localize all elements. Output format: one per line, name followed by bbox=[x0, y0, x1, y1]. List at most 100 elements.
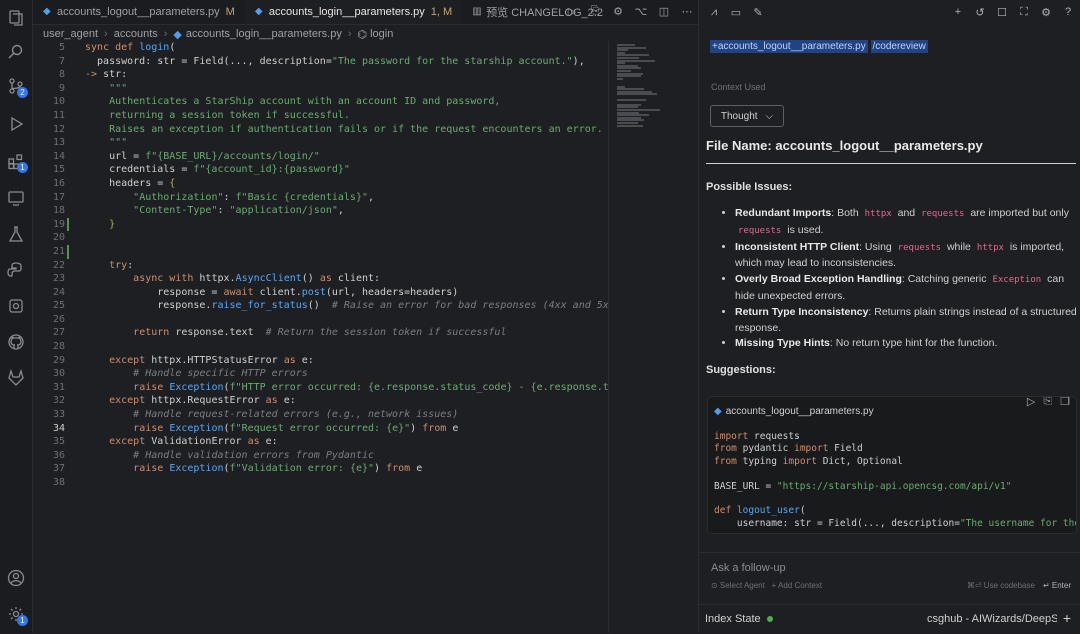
use-codebase-button[interactable]: ⌘⏎ Use codebase bbox=[967, 581, 1035, 590]
add-icon[interactable]: + bbox=[1063, 610, 1071, 626]
robot-icon[interactable]: ☐ bbox=[995, 5, 1009, 19]
code-line[interactable]: 13 """ bbox=[33, 136, 608, 150]
add-context-button[interactable]: + Add Context bbox=[772, 581, 822, 590]
code-line[interactable]: 5 sync def login( bbox=[33, 41, 608, 55]
help-icon[interactable]: ? bbox=[1061, 5, 1075, 19]
new-chat-icon[interactable]: + bbox=[951, 5, 965, 19]
copy-code-icon[interactable]: ❐ bbox=[1060, 397, 1070, 408]
code-line[interactable]: 9 """ bbox=[33, 82, 608, 96]
issue-title: Inconsistent HTTP Client bbox=[735, 240, 860, 253]
code-line[interactable]: 17 "Authorization": f"Basic {credentials… bbox=[33, 191, 608, 205]
explorer-icon[interactable] bbox=[4, 6, 28, 30]
line-number: 5 bbox=[58, 42, 65, 53]
more-icon[interactable]: ⋯ bbox=[680, 4, 694, 18]
python-icon[interactable] bbox=[4, 258, 28, 282]
github-icon[interactable] bbox=[4, 330, 28, 354]
code-line[interactable]: 18 "Content-Type": "application/json", bbox=[33, 204, 608, 218]
apply-code-icon[interactable]: ⎘ bbox=[1043, 397, 1052, 408]
search-icon[interactable] bbox=[4, 40, 28, 64]
index-status-dot bbox=[766, 616, 773, 622]
code-text: except httpx.RequestError as e: bbox=[109, 395, 296, 407]
split-editor-icon[interactable]: ◫ bbox=[657, 4, 671, 18]
breadcrumb-item[interactable]: user_agent bbox=[43, 28, 98, 40]
breadcrumb-item[interactable]: accounts_login__parameters.py bbox=[186, 28, 342, 40]
index-state[interactable]: Index State bbox=[705, 613, 773, 625]
settings-sync-icon[interactable] bbox=[4, 294, 28, 318]
python-file-icon: ◆ bbox=[43, 6, 51, 17]
code-line[interactable]: 26 bbox=[33, 313, 608, 327]
enter-button[interactable]: ↵ Enter bbox=[1043, 581, 1071, 590]
code-line[interactable]: 38 bbox=[33, 476, 608, 490]
code-line[interactable]: 35 except ValidationError as e: bbox=[33, 435, 608, 449]
code-line[interactable]: 16 headers = { bbox=[33, 177, 608, 191]
gitlab-icon[interactable] bbox=[4, 366, 28, 390]
extensions-icon[interactable]: 1 bbox=[4, 149, 28, 173]
testing-icon[interactable] bbox=[4, 222, 28, 246]
account-icon[interactable] bbox=[4, 566, 28, 590]
context-command-chip[interactable]: /codereview bbox=[870, 40, 928, 53]
code-line[interactable]: 32 except httpx.RequestError as e: bbox=[33, 394, 608, 408]
expand-icon[interactable]: ⛶ bbox=[1017, 5, 1031, 19]
issue-title: Overly Broad Exception Handling bbox=[735, 273, 902, 286]
run-code-icon[interactable]: ▷ bbox=[1027, 397, 1035, 408]
compare-icon[interactable]: ⎘ bbox=[588, 4, 602, 18]
tab-accounts-logout[interactable]: ◆ accounts_logout__parameters.py M bbox=[33, 0, 245, 24]
code-line[interactable]: 24 response = await client.post(url, hea… bbox=[33, 286, 608, 300]
run-debug-icon[interactable] bbox=[4, 112, 28, 136]
code-line[interactable]: 21 bbox=[33, 244, 608, 259]
code-text: headers = { bbox=[85, 177, 176, 189]
code-line[interactable]: 31 raise Exception(f"HTTP error occurred… bbox=[33, 381, 608, 395]
select-agent-button[interactable]: ⊙ Select Agent bbox=[711, 581, 765, 590]
code-line[interactable]: 7 password: str = Field(..., description… bbox=[33, 55, 608, 69]
git-gutter-marker bbox=[67, 217, 69, 232]
code-text: sync def login( bbox=[85, 42, 176, 53]
thought-dropdown[interactable]: Thought ⌵ bbox=[710, 105, 784, 127]
manage-gear-icon[interactable]: 1 bbox=[4, 602, 28, 626]
workspace-label[interactable]: csghub - AIWizards/DeepSee bbox=[927, 613, 1057, 625]
code-line[interactable]: 14 url = f"{BASE_URL}/accounts/login/" bbox=[33, 150, 608, 164]
edit-icon[interactable]: ✎ bbox=[751, 5, 765, 19]
run-icon[interactable]: ▷ bbox=[565, 4, 579, 18]
code-line[interactable]: 36 # Handle validation errors from Pydan… bbox=[33, 449, 608, 463]
issue-description: : No return type hint for the function. bbox=[829, 337, 998, 350]
code-line[interactable]: 29 except httpx.HTTPStatusError as e: bbox=[33, 354, 608, 368]
code-line[interactable]: 12 Raises an exception if authentication… bbox=[33, 123, 608, 137]
code-line[interactable]: 20 bbox=[33, 231, 608, 245]
breadcrumb-item[interactable]: login bbox=[370, 28, 393, 40]
context-file-chip[interactable]: +accounts_logout__parameters.py bbox=[710, 40, 868, 53]
followup-input[interactable]: Ask a follow-up bbox=[711, 562, 786, 574]
code-line[interactable]: 22 try: bbox=[33, 259, 608, 273]
code-line[interactable]: 19 } bbox=[33, 217, 608, 232]
debug-icon[interactable]: ⚙ bbox=[611, 4, 625, 18]
git-icon[interactable]: ⌥ bbox=[634, 4, 648, 18]
remote-explorer-icon[interactable] bbox=[4, 186, 28, 210]
code-line[interactable]: 33 # Handle request-related errors (e.g.… bbox=[33, 408, 608, 422]
minimap-line bbox=[617, 93, 657, 96]
tab-accounts-login[interactable]: ◆ accounts_login__parameters.py 1, M bbox=[244, 0, 463, 24]
context-used-label[interactable]: Context Used bbox=[711, 82, 766, 92]
settings-icon[interactable]: ⚙ bbox=[1039, 5, 1053, 19]
context-chip[interactable]: +accounts_logout__parameters.py /coderev… bbox=[710, 40, 928, 53]
code-line[interactable]: 25 response.raise_for_status() # Raise a… bbox=[33, 299, 608, 313]
line-number: 37 bbox=[52, 463, 65, 475]
code-line[interactable]: 11 returning a session token if successf… bbox=[33, 109, 608, 123]
breadcrumb-item[interactable]: accounts bbox=[114, 28, 158, 40]
code-line[interactable]: 8 -> str: bbox=[33, 68, 608, 82]
minimap[interactable] bbox=[608, 41, 689, 633]
code-line[interactable]: 15 credentials = f"{account_id}:{passwor… bbox=[33, 163, 608, 177]
code-line[interactable]: 37 raise Exception(f"Validation error: {… bbox=[33, 462, 608, 476]
history-icon[interactable]: ↺ bbox=[973, 5, 987, 19]
minimap-line bbox=[617, 98, 646, 101]
followup-input-area[interactable]: Ask a follow-up ⊙ Select Agent + Add Con… bbox=[699, 552, 1080, 599]
code-line[interactable]: 10 Authenticates a StarShip account with… bbox=[33, 95, 608, 109]
code-text: # Handle validation errors from Pydantic bbox=[133, 449, 374, 461]
source-control-icon[interactable]: 2 bbox=[4, 74, 28, 98]
code-line[interactable]: 34 raise Exception(f"Request error occur… bbox=[33, 422, 608, 436]
code-line[interactable]: 27 return response.text # Return the ses… bbox=[33, 326, 608, 340]
code-line[interactable]: 30 # Handle specific HTTP errors bbox=[33, 367, 608, 381]
chat-icon[interactable]: ▭ bbox=[729, 5, 743, 19]
code-editor[interactable]: 5 sync def login( 7 password: str = Field(… bbox=[33, 41, 608, 633]
code-line[interactable]: 28 bbox=[33, 340, 608, 354]
agent-logo-icon[interactable]: ⩘ bbox=[707, 5, 721, 19]
code-line[interactable]: 23 async with httpx.AsyncClient() as cli… bbox=[33, 272, 608, 286]
